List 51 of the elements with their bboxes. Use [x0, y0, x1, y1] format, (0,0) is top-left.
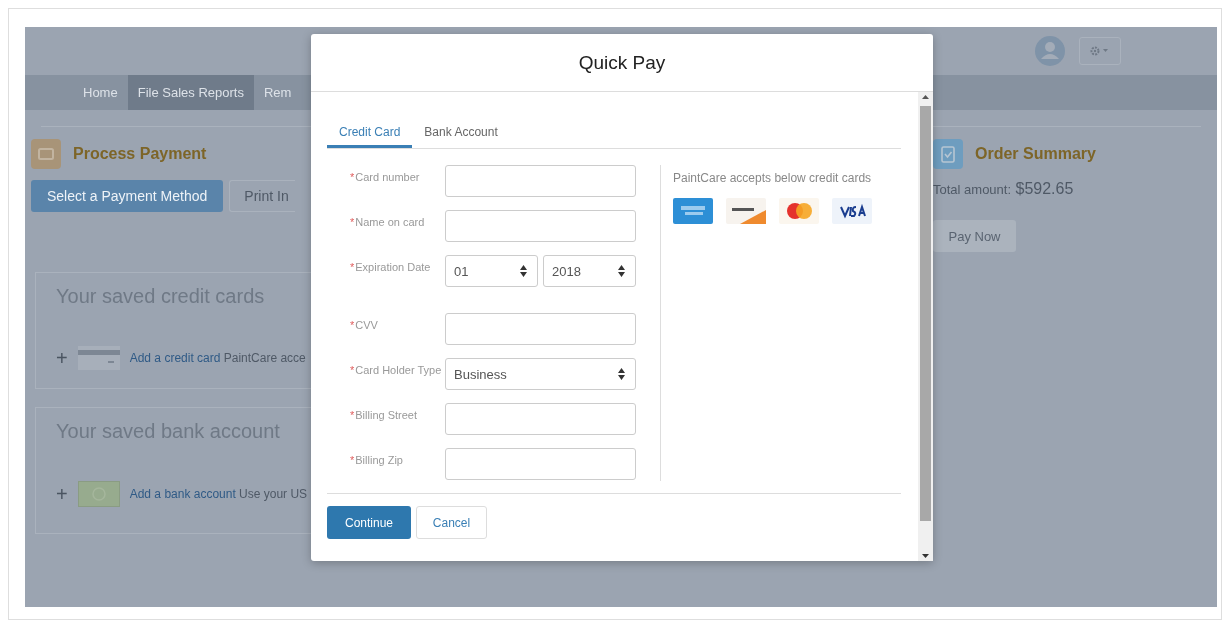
section-title: Order Summary — [975, 145, 1096, 163]
total-amount: $592.65 — [1015, 180, 1074, 197]
card-logo-icon — [726, 198, 766, 224]
gear-icon — [1090, 46, 1110, 56]
clipboard-check-icon — [933, 139, 963, 169]
field-label: *Billing Zip — [350, 453, 404, 468]
add-text: Add a credit card PaintCare acce — [129, 351, 306, 365]
banknote-icon — [77, 481, 120, 507]
tab[interactable]: Bank Account — [412, 120, 510, 148]
input-field[interactable] — [445, 403, 636, 435]
payment-action-button[interactable]: Print In — [229, 180, 296, 212]
spinner-arrows-icon — [618, 368, 625, 380]
add-mark[interactable]: + — [56, 346, 68, 370]
card-logo-icon — [779, 198, 819, 224]
input-field[interactable] — [445, 165, 636, 197]
user-avatar-icon[interactable] — [1035, 36, 1065, 66]
add-link[interactable]: Add a bank account — [129, 487, 236, 501]
scrollbar[interactable] — [918, 92, 933, 561]
dialog-title: Quick Pay — [578, 51, 666, 74]
payment-action-button[interactable]: Select a Payment Method — [31, 180, 224, 212]
spinner-arrows-icon — [520, 265, 527, 277]
card-logo-icon — [673, 198, 713, 224]
nav-item[interactable]: File Sales Reports — [127, 75, 254, 110]
field-label: *Card number — [350, 170, 421, 185]
nav-item[interactable]: Home — [73, 75, 128, 110]
add-link[interactable]: Add a credit card — [129, 351, 221, 365]
accepted-cards-text: PaintCare accepts below credit cards — [673, 171, 872, 185]
select-field[interactable]: 01 — [445, 255, 538, 287]
field-label: *CVV — [350, 318, 379, 333]
nav-item[interactable]: Rem — [253, 75, 302, 110]
section-title: Process Payment — [73, 145, 207, 163]
input-field[interactable] — [445, 448, 636, 480]
settings-menu-button[interactable] — [1079, 37, 1121, 65]
field-label: *Card Holder Type — [350, 363, 443, 378]
add-text: Add a bank account Use your US — [129, 487, 308, 501]
dialog-button[interactable]: Continue — [327, 506, 411, 539]
field-label: *Billing Street — [350, 408, 419, 423]
total-label: Total amount: — [933, 182, 1012, 197]
select-field[interactable]: Business — [445, 358, 636, 390]
input-field[interactable] — [445, 210, 636, 242]
dialog-button[interactable]: Cancel — [416, 506, 487, 539]
payment-icon — [31, 139, 61, 169]
add-mark[interactable]: + — [56, 482, 68, 506]
credit-card-icon — [77, 346, 120, 370]
spinner-arrows-icon — [618, 265, 625, 277]
tab[interactable]: Credit Card — [327, 120, 413, 148]
input-field[interactable] — [445, 313, 636, 345]
card-logo-icon — [832, 198, 872, 224]
field-label: *Name on card — [350, 215, 426, 230]
select-field[interactable]: 2018 — [543, 255, 636, 287]
field-label: *Expiration Date — [350, 260, 432, 275]
